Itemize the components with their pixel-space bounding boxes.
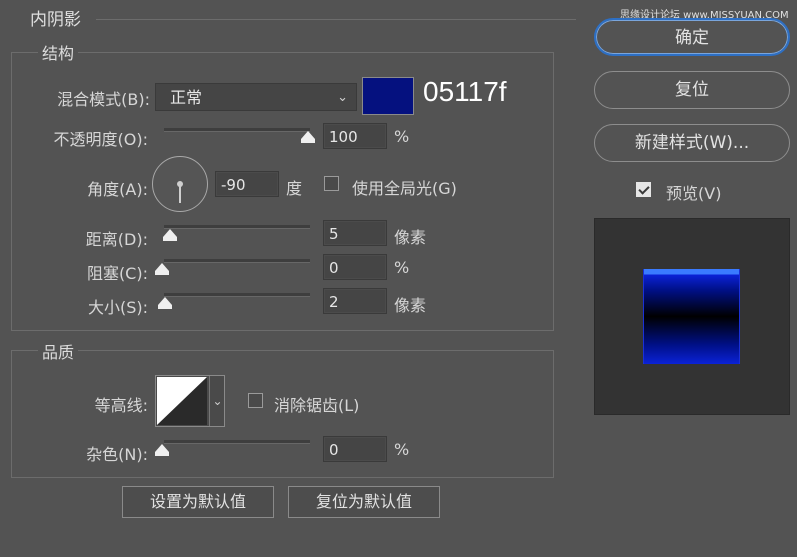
opacity-input[interactable]: 100	[323, 123, 387, 149]
choke-slider-thumb[interactable]	[155, 263, 169, 275]
set-default-button[interactable]: 设置为默认值	[122, 486, 274, 518]
opacity-slider[interactable]	[164, 128, 310, 132]
angle-dial[interactable]	[152, 156, 208, 212]
style-preview-panel	[594, 218, 790, 415]
contour-picker[interactable]: ⌄	[155, 375, 225, 427]
new-style-button[interactable]: 新建样式(W)...	[594, 124, 790, 162]
antialias-label: 消除锯齿(L)	[274, 396, 360, 415]
distance-unit: 像素	[394, 228, 427, 247]
global-light-checkbox[interactable]	[324, 176, 339, 191]
shadow-color-swatch[interactable]	[362, 77, 414, 115]
opacity-slider-thumb[interactable]	[301, 131, 315, 143]
choke-unit: %	[394, 258, 410, 277]
ok-button[interactable]: 确定	[594, 18, 790, 56]
choke-label: 阻塞(C):	[86, 264, 148, 283]
dialog-title: 内阴影	[30, 10, 81, 30]
preview-checkbox[interactable]	[636, 182, 651, 197]
noise-label: 杂色(N):	[86, 445, 148, 464]
blend-mode-value: 正常	[170, 88, 203, 107]
size-unit: 像素	[394, 296, 427, 315]
noise-slider-thumb[interactable]	[155, 444, 169, 456]
choke-input[interactable]: 0	[323, 254, 387, 280]
choke-slider[interactable]	[164, 259, 310, 263]
distance-label: 距离(D):	[85, 230, 148, 249]
distance-slider[interactable]	[164, 225, 310, 229]
quality-legend: 品质	[38, 339, 79, 363]
title-divider	[96, 19, 576, 20]
blend-mode-label: 混合模式(B):	[57, 90, 150, 109]
distance-input[interactable]: 5	[323, 220, 387, 246]
contour-label: 等高线:	[94, 396, 148, 415]
size-label: 大小(S):	[87, 298, 148, 317]
global-light-label: 使用全局光(G)	[352, 179, 457, 198]
contour-dropdown-icon[interactable]: ⌄	[209, 376, 225, 426]
size-slider-thumb[interactable]	[158, 297, 172, 309]
contour-curve-icon	[157, 377, 207, 425]
angle-label: 角度(A):	[87, 180, 148, 199]
preview-label: 预览(V)	[666, 184, 722, 203]
noise-unit: %	[394, 440, 410, 459]
angle-input[interactable]: -90	[215, 171, 279, 197]
chevron-down-icon: ⌄	[337, 90, 348, 105]
noise-input[interactable]: 0	[323, 436, 387, 462]
size-slider[interactable]	[164, 293, 310, 297]
angle-dial-center	[177, 181, 183, 187]
noise-slider[interactable]	[164, 440, 310, 444]
blend-mode-select[interactable]: 正常 ⌄	[155, 83, 357, 111]
opacity-label: 不透明度(O):	[53, 130, 148, 149]
reset-button[interactable]: 复位	[594, 71, 790, 109]
size-input[interactable]: 2	[323, 288, 387, 314]
contour-preview-icon	[157, 377, 207, 425]
distance-slider-thumb[interactable]	[163, 229, 177, 241]
reset-default-button[interactable]: 复位为默认值	[288, 486, 440, 518]
color-hex-annotation: 05117f	[423, 76, 507, 107]
style-preview-swatch	[643, 269, 740, 364]
angle-unit: 度	[286, 179, 303, 198]
opacity-unit: %	[394, 127, 410, 146]
antialias-checkbox[interactable]	[248, 393, 263, 408]
structure-legend: 结构	[38, 40, 79, 64]
